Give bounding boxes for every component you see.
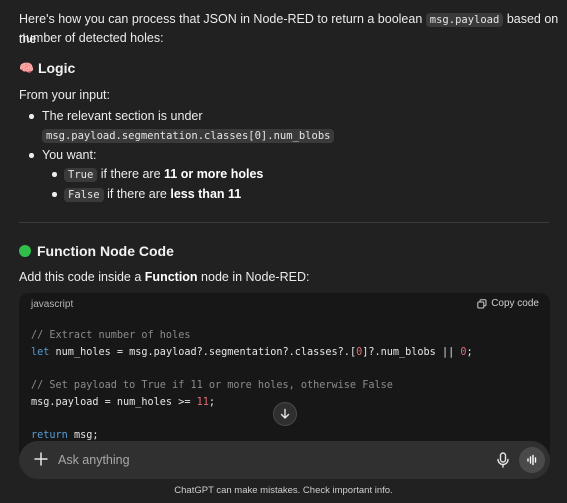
scroll-to-bottom-button[interactable]	[273, 402, 297, 426]
disclaimer-footer: ChatGPT can make mistakes. Check importa…	[174, 485, 393, 496]
assistant-message: Here's how you can process that JSON in …	[0, 0, 567, 503]
sub-bullet-dot	[52, 192, 57, 197]
chatgpt-window: Here's how you can process that JSON in …	[0, 0, 567, 503]
inline-code-num-blobs-path: msg.payload.segmentation.classes[0].num_…	[42, 129, 335, 143]
waveform-icon	[527, 454, 537, 466]
inline-code-msg-payload: msg.payload	[425, 13, 504, 27]
copy-code-label: Copy code	[491, 298, 539, 309]
inline-code-true: True	[64, 168, 98, 182]
code-text: ;	[466, 347, 473, 358]
inline-code-false: False	[64, 188, 104, 202]
function-desc-text: Add this code inside a	[19, 270, 142, 284]
code-line-5: return msg;	[31, 430, 98, 441]
code-line-3: // Set payload to True if 11 or more hol…	[31, 380, 393, 391]
sub-bullet-dot	[52, 172, 57, 177]
code-text: ]?.num_blobs ||	[362, 347, 461, 358]
from-input-text: From your input:	[19, 88, 111, 102]
sub-bullet-true-bold: 11 or more holes	[164, 167, 264, 181]
copy-code-button[interactable]: Copy code	[477, 298, 539, 309]
function-heading-text: Function Node Code	[37, 243, 174, 259]
microphone-icon[interactable]	[494, 451, 512, 469]
ask-anything-input[interactable]	[56, 452, 480, 468]
copy-icon	[477, 298, 487, 308]
section-divider	[19, 222, 549, 223]
code-text: msg.payload = num_holes >=	[31, 397, 197, 408]
bullet-dot	[29, 153, 34, 158]
bullet-1-code-line: msg.payload.segmentation.classes[0].num_…	[42, 126, 335, 146]
message-composer	[19, 441, 550, 479]
code-line-2: let num_holes = msg.payload?.segmentatio…	[31, 347, 473, 358]
sub-bullet-false-bold: less than 11	[170, 187, 242, 201]
bullet-2-text: You want:	[42, 148, 97, 162]
sub-bullet-true-text: if there are	[100, 167, 161, 181]
code-text: ;	[208, 397, 216, 408]
voice-mode-button[interactable]	[519, 447, 545, 473]
brain-icon: 🧠	[19, 61, 34, 75]
code-text: msg;	[67, 430, 99, 441]
logic-heading-text: Logic	[37, 60, 76, 76]
code-block-header: javascript Copy code	[19, 293, 550, 317]
code-language-label: javascript	[31, 299, 74, 310]
logic-heading: 🧠 Logic	[19, 60, 75, 76]
function-desc-after: node in Node-RED:	[201, 270, 310, 284]
function-desc-bold: Function	[144, 270, 198, 284]
green-circle-icon	[19, 245, 31, 257]
function-node-heading: Function Node Code	[19, 243, 174, 259]
intro-line-2: number of detected holes:	[19, 31, 164, 45]
sub-bullet-false-text: if there are	[107, 187, 167, 201]
function-desc: Add this code inside a Function node in …	[19, 268, 309, 287]
code-line-4: msg.payload = num_holes >= 11;	[31, 397, 215, 408]
bullet-dot	[29, 114, 34, 119]
code-keyword: return	[31, 430, 68, 441]
arrow-down-icon	[280, 408, 290, 419]
sub-bullet-false: False if there are less than 11	[64, 185, 241, 205]
plus-icon[interactable]	[32, 450, 50, 468]
intro-text: Here's how you can process that JSON in …	[19, 12, 423, 26]
code-keyword: let	[31, 347, 50, 358]
code-line-1: // Extract number of holes	[31, 330, 191, 341]
code-block: javascript Copy code // Extract number o…	[19, 293, 550, 463]
code-number: 11	[196, 397, 209, 408]
bullet-1-text: The relevant section is under	[42, 109, 203, 123]
code-text: num_holes = msg.payload?.segmentation?.c…	[49, 347, 357, 358]
sub-bullet-true: True if there are 11 or more holes	[64, 165, 263, 185]
